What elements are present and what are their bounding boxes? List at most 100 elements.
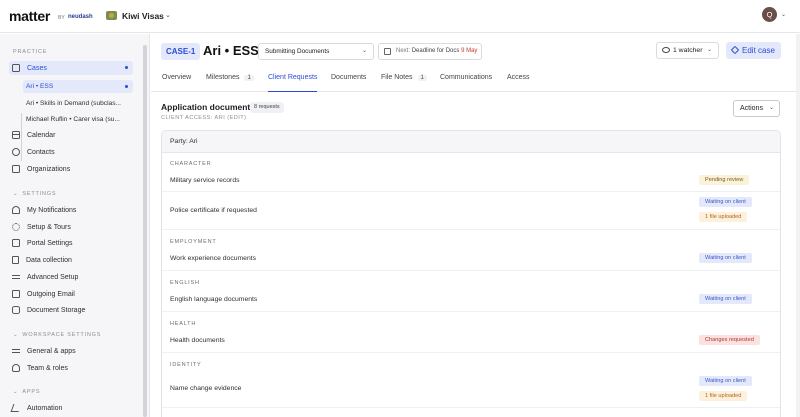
sidebar-item-team-roles[interactable]: Team & roles [9,361,133,375]
sidebar-item-setup-tours[interactable]: Setup & Tours [9,220,133,234]
sliders-icon [12,347,20,355]
subitem-label: Michael Ruflin • Carer visa (su... [26,116,120,123]
row-divider [162,311,780,312]
bell-icon [12,206,20,214]
row-divider [162,407,780,408]
gear-icon [12,223,20,231]
sidebar-item-label: Outgoing Email [27,290,75,298]
tab-label: Overview [162,74,192,81]
client-access-label: CLIENT ACCESS: ARI (EDIT) [161,115,247,121]
section-settings[interactable]: ⌄ SETTINGS [13,191,56,197]
deadline-prefix: Next: [396,48,411,54]
actions-button[interactable]: Actions ⌄ [733,100,780,117]
automation-icon [10,404,22,412]
subitem-label: Ari • Skills in Demand (subclas... [26,100,122,107]
chevron-down-icon[interactable]: ⌄ [781,11,786,18]
sidebar-item-label: Portal Settings [27,239,73,247]
form-icon [12,256,19,264]
tab-file-notes[interactable]: File Notes 1 [381,74,427,92]
section-apps[interactable]: ⌄ APPS [13,389,40,395]
eye-icon [662,47,670,53]
sidebar-item-organizations[interactable]: Organizations [9,162,133,176]
tab-communications[interactable]: Communications [440,74,492,92]
watcher-button[interactable]: 1 watcher ⌄ [656,42,719,59]
logo-by-text: BY [58,15,65,21]
sidebar-subitem-case[interactable]: Michael Ruflin • Carer visa (su... [23,113,133,126]
sidebar-item-label: Setup & Tours [27,223,71,231]
sidebar-item-portal-settings[interactable]: Portal Settings [9,236,133,250]
main-scrollbar[interactable] [796,34,800,417]
tab-access[interactable]: Access [507,74,530,92]
tab-label: File Notes [381,74,413,81]
tab-documents[interactable]: Documents [331,74,366,92]
avatar[interactable]: Q [762,7,777,22]
chevron-down-icon: ⌄ [13,191,19,197]
sidebar-item-label: General & apps [27,347,76,355]
sidebar-subitem-case[interactable]: Ari • Skills in Demand (subclas... [23,97,133,110]
chevron-down-icon: ⌄ [13,332,19,338]
request-label[interactable]: Police certificate if requested [170,207,257,214]
category-heading: ENGLISH [170,280,200,286]
documents-card: Party: Ari CHARACTER Military service re… [161,130,781,417]
watcher-label: 1 watcher [673,47,703,54]
tab-label: Communications [440,74,493,81]
sidebar-item-contacts[interactable]: Contacts [9,145,133,159]
request-label[interactable]: Name change evidence [170,385,241,392]
calendar-icon [384,48,391,55]
stage-select[interactable]: Submitting Documents ⌄ [258,43,374,60]
portal-icon [12,239,20,247]
sidebar-item-notifications[interactable]: My Notifications [9,203,133,217]
upload-badge: 1 file uploaded [699,212,748,222]
next-deadline[interactable]: Next: Deadline for Docs 9 May [378,43,482,60]
app-logo[interactable]: matter [9,8,50,24]
sidebar-item-data-collection[interactable]: Data collection [9,253,133,267]
status-badge: Pending review [699,175,750,185]
chevron-down-icon[interactable]: ⌄ [165,11,171,19]
contact-icon [12,148,20,156]
row-divider [162,191,780,192]
sidebar-item-automation[interactable]: Automation [9,401,133,415]
workspace-switcher[interactable]: Kiwi Visas [122,11,164,21]
mail-icon [12,290,20,298]
tab-bar: Overview Milestones 1 Client Requests Doc… [151,70,800,92]
section-title: Application documents [161,102,255,112]
tab-milestones[interactable]: Milestones 1 [206,74,254,92]
sidebar-item-calendar[interactable]: Calendar [9,128,133,142]
sidebar-item-label: Calendar [27,131,56,139]
unread-dot [125,85,128,88]
sidebar-item-label: My Notifications [27,206,77,214]
request-label[interactable]: Military service records [170,177,240,184]
section-workspace-settings[interactable]: ⌄ WORKSPACE SETTINGS [13,332,101,338]
status-badge: Waiting on client [699,197,752,207]
sidebar-item-cases[interactable]: Cases [9,61,133,75]
subitem-label: Ari • ESS [26,83,54,90]
calendar-icon [12,131,20,139]
section-label: APPS [22,389,41,395]
sidebar-item-general-apps[interactable]: General & apps [9,344,133,358]
sidebar-item-advanced-setup[interactable]: Advanced Setup [9,270,133,284]
storage-icon [12,306,20,314]
sliders-icon [12,273,20,281]
deadline-date: 9 May [461,48,478,54]
request-label[interactable]: Work experience documents [170,255,256,262]
tab-client-requests[interactable]: Client Requests [268,74,318,92]
sidebar: PRACTICE Cases Ari • ESS Ari • Skills in… [0,34,150,417]
chevron-down-icon: ⌄ [13,389,19,395]
tab-overview[interactable]: Overview [162,74,191,92]
sidebar-item-outgoing-email[interactable]: Outgoing Email [9,287,133,301]
sidebar-subitem-case[interactable]: Ari • ESS [23,80,133,93]
stage-value: Submitting Documents [265,48,330,55]
request-label[interactable]: Health documents [170,337,225,344]
category-heading: IDENTITY [170,362,202,368]
sidebar-scrollbar[interactable] [143,45,147,417]
sidebar-item-label: Cases [27,64,47,72]
edit-case-button[interactable]: Edit case [726,42,781,59]
party-header: Party: Ari [162,131,780,153]
sidebar-item-document-storage[interactable]: Document Storage [9,303,133,317]
sidebar-item-label: Automation [27,404,63,412]
top-bar: matter BY neudash Kiwi Visas ⌄ Q ⌄ [0,0,800,33]
row-divider [162,229,780,230]
chevron-down-icon: ⌄ [768,105,774,111]
request-label[interactable]: English language documents [170,296,257,303]
upload-badge: 1 file uploaded [699,391,748,401]
